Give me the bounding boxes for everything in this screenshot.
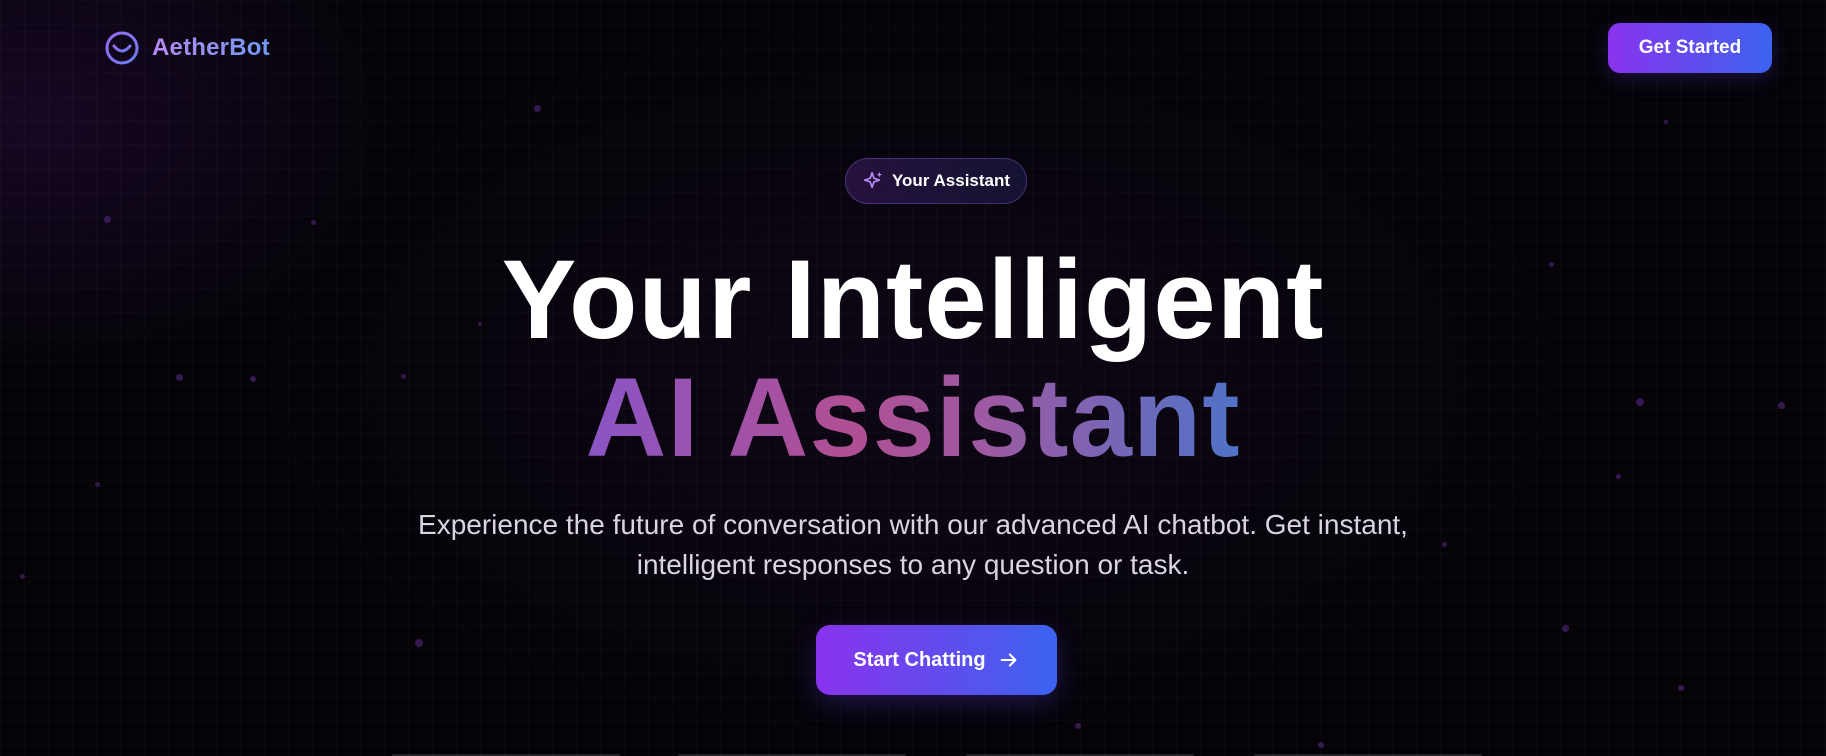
smile-circle-icon bbox=[105, 31, 139, 65]
brand-logo[interactable]: AetherBot bbox=[104, 30, 270, 66]
brand-name: AetherBot bbox=[152, 34, 270, 61]
get-started-button[interactable]: Get Started bbox=[1608, 23, 1772, 73]
sparkles-icon bbox=[863, 171, 883, 189]
background-particle bbox=[1318, 742, 1324, 748]
background-particle bbox=[20, 574, 25, 579]
background-particle bbox=[1664, 120, 1668, 124]
assistant-badge: Your Assistant bbox=[845, 158, 1027, 204]
landing-page: AetherBot Get Started Your Assistant You… bbox=[0, 0, 1826, 756]
headline-gradient-text: AI Assistant bbox=[585, 355, 1241, 480]
background-particle bbox=[534, 105, 541, 112]
background-particle bbox=[104, 216, 111, 223]
background-particle bbox=[1562, 625, 1569, 632]
background-particle bbox=[311, 220, 316, 225]
start-chatting-button[interactable]: Start Chatting bbox=[816, 625, 1057, 695]
headline-primary: Your Intelligent bbox=[501, 237, 1325, 362]
background-particle bbox=[1442, 542, 1447, 547]
background-particle bbox=[415, 639, 423, 647]
background-particle bbox=[95, 482, 100, 487]
headline-gradient: AI Assistant bbox=[0, 358, 1826, 478]
background-particle bbox=[1075, 723, 1081, 729]
arrow-right-icon bbox=[1000, 653, 1017, 667]
background-particle bbox=[1678, 685, 1684, 691]
badge-label: Your Assistant bbox=[891, 171, 1011, 190]
start-chatting-label: Start Chatting bbox=[853, 648, 986, 671]
hero-subtitle: Experience the future of conversation wi… bbox=[418, 509, 1408, 580]
